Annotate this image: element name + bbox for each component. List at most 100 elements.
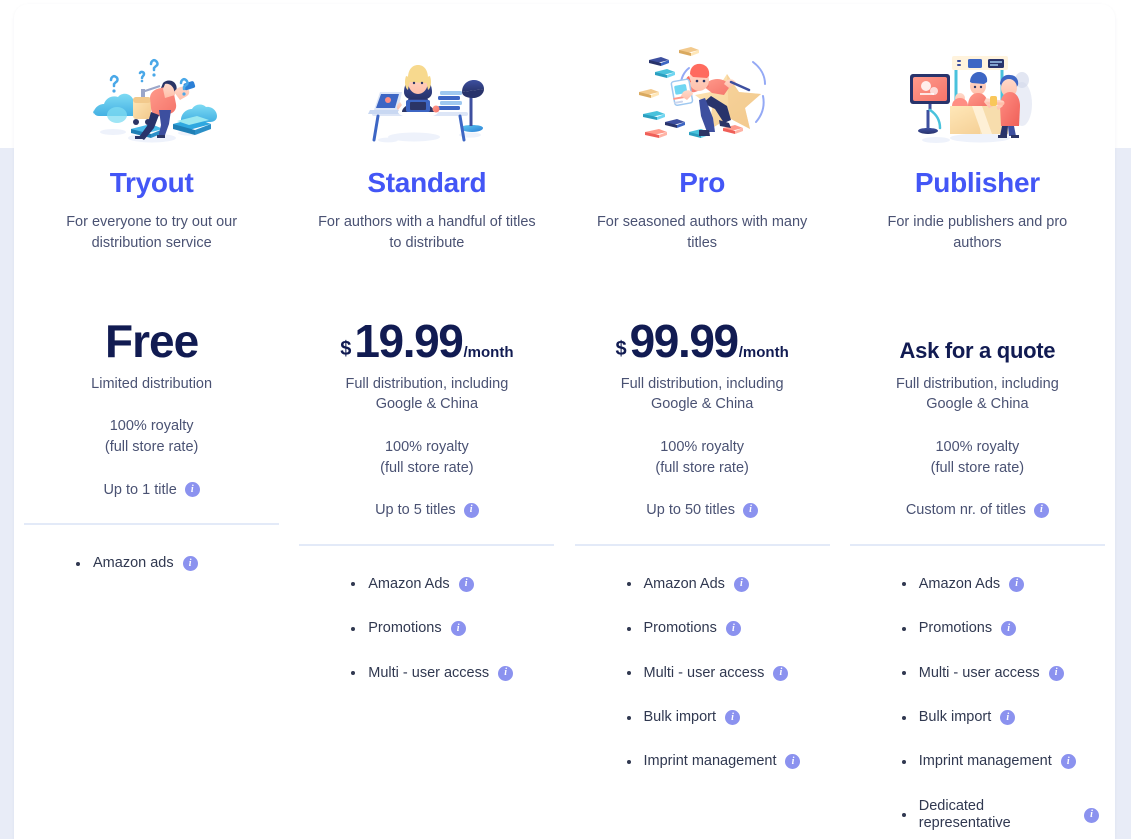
plan-price: $19.99/month [299, 268, 554, 364]
core-feature-line: Up to 5 titles i [299, 500, 554, 521]
list-item: Dedicated representative i [901, 797, 1099, 833]
core-feature-line: Limited distribution [24, 374, 279, 395]
info-icon[interactable]: i [725, 710, 741, 726]
section-divider [849, 543, 1105, 546]
core-feature-label: Full distribution, including [345, 375, 509, 392]
publisher-booth-with-screen-illustration [902, 36, 1052, 148]
info-icon[interactable]: i [458, 576, 474, 592]
info-icon[interactable]: i [182, 556, 198, 572]
plan-column-publisher: Publisher For indie publishers and pro au… [840, 4, 1115, 839]
core-feature-label: Full distribution, including [895, 375, 1059, 392]
core-feature-label: (full store rate) [380, 459, 474, 476]
core-feature-line: 100% royalty (full store rate) [850, 437, 1105, 478]
plan-price: $99.99/month [575, 268, 830, 364]
feature-label: Promotions [918, 620, 993, 637]
bullet-icon [626, 626, 631, 631]
feature-label: Amazon ads [93, 555, 174, 572]
plan-name: Publisher [914, 167, 1040, 198]
plan-tagline: For everyone to try out our distribution… [66, 213, 238, 251]
core-feature-label: Limited distribution [91, 375, 213, 392]
list-item: Multi - user access i [626, 664, 824, 682]
info-icon[interactable]: i [450, 621, 466, 637]
list-item: Promotions i [901, 620, 1099, 637]
info-icon[interactable]: i [1048, 665, 1064, 681]
feature-list: Amazon ads i [24, 555, 279, 572]
core-feature-line: 100% royalty (full store rate) [575, 437, 830, 478]
info-icon[interactable]: i [1001, 621, 1017, 637]
feature-label: Promotions [368, 620, 442, 637]
bullet-icon [351, 671, 356, 676]
list-item: Promotions i [626, 620, 824, 637]
feature-label: Promotions [643, 620, 717, 637]
core-feature-label: Full distribution, including [620, 375, 784, 392]
core-feature-label: (full store rate) [655, 459, 749, 476]
section-divider [24, 523, 280, 526]
info-icon[interactable]: i [1033, 502, 1049, 518]
bullet-icon [901, 671, 906, 676]
bullet-icon [76, 561, 80, 566]
plan-name: Pro [679, 167, 726, 198]
core-feature-label: 100% royalty [109, 418, 194, 435]
info-icon[interactable]: i [785, 754, 801, 770]
plan-tagline: For authors with a handful of titles to … [318, 213, 536, 251]
core-feature-label: Up to 5 titles [375, 502, 456, 519]
core-feature-line: Custom nr. of titles i [850, 500, 1105, 521]
bullet-icon [901, 626, 906, 631]
core-feature-list: Full distribution, including Google & Chi… [299, 374, 554, 521]
info-icon[interactable]: i [1060, 754, 1076, 770]
info-icon[interactable]: i [742, 502, 758, 518]
author-at-desk-with-laptop-illustration [352, 36, 502, 148]
list-item: Bulk import i [901, 708, 1099, 726]
author-flying-with-star-illustration [627, 36, 777, 148]
list-item: Bulk import i [626, 709, 824, 726]
bullet-icon [901, 582, 906, 587]
bullet-icon [626, 759, 631, 764]
plan-name: Tryout [109, 167, 194, 198]
plan-column-standard: Standard For authors with a handful of ti… [289, 4, 564, 839]
core-feature-label: Custom nr. of titles [905, 502, 1026, 519]
info-icon[interactable]: i [463, 502, 479, 518]
feature-label: Amazon Ads [643, 575, 725, 592]
plan-tagline: For indie publishers and pro authors [887, 213, 1068, 251]
info-icon[interactable]: i [1000, 710, 1016, 726]
list-item: Amazon Ads i [351, 576, 548, 593]
section-divider [299, 543, 555, 546]
info-icon[interactable]: i [1084, 807, 1099, 823]
feature-label: Dedicated representative [918, 797, 1011, 832]
plan-tagline: For seasoned authors with many titles [596, 213, 808, 251]
price-currency: $ [615, 337, 627, 360]
info-icon[interactable]: i [184, 482, 200, 498]
list-item: Promotions i [351, 620, 548, 637]
core-feature-list: Full distribution, including Google & Chi… [575, 374, 830, 521]
bullet-icon [351, 626, 356, 631]
plan-price: Ask for a quote [850, 268, 1105, 364]
core-feature-line: Full distribution, including Google & Chi… [575, 374, 830, 415]
list-item: Multi - user access i [901, 665, 1099, 682]
list-item: Imprint management i [626, 753, 824, 770]
list-item: Amazon Ads i [626, 575, 824, 593]
list-item: Multi - user access i [351, 665, 548, 682]
info-icon[interactable]: i [1009, 576, 1025, 592]
core-feature-label: 100% royalty [384, 438, 469, 455]
list-item: Amazon Ads i [901, 576, 1099, 593]
feature-label: Imprint management [643, 753, 777, 770]
info-icon[interactable]: i [725, 621, 741, 637]
core-feature-label: (full store rate) [104, 438, 199, 455]
core-feature-list: Full distribution, including Google & Chi… [850, 374, 1105, 521]
bullet-icon [626, 671, 631, 676]
pricing-plan-grid: Tryout For everyone to try out our distri… [14, 4, 1115, 839]
info-icon[interactable]: i [498, 665, 514, 681]
feature-list: Amazon Ads i Promotions i Multi - user acces… [850, 576, 1105, 833]
plan-name: Standard [367, 167, 487, 198]
feature-label: Bulk import [918, 708, 992, 725]
price-currency: $ [340, 337, 352, 360]
core-feature-line: 100% royalty (full store rate) [24, 416, 279, 457]
core-feature-line: 100% royalty (full store rate) [299, 437, 554, 478]
info-icon[interactable]: i [733, 576, 749, 592]
feature-list: Amazon Ads i Promotions i Multi - user acces… [299, 576, 554, 682]
core-feature-label: (full store rate) [930, 459, 1025, 476]
info-icon[interactable]: i [773, 665, 789, 681]
price-amount: Ask for a quote [899, 337, 1056, 363]
feature-label: Multi - user access [643, 664, 765, 681]
core-feature-line: Full distribution, including Google & Chi… [850, 374, 1105, 415]
